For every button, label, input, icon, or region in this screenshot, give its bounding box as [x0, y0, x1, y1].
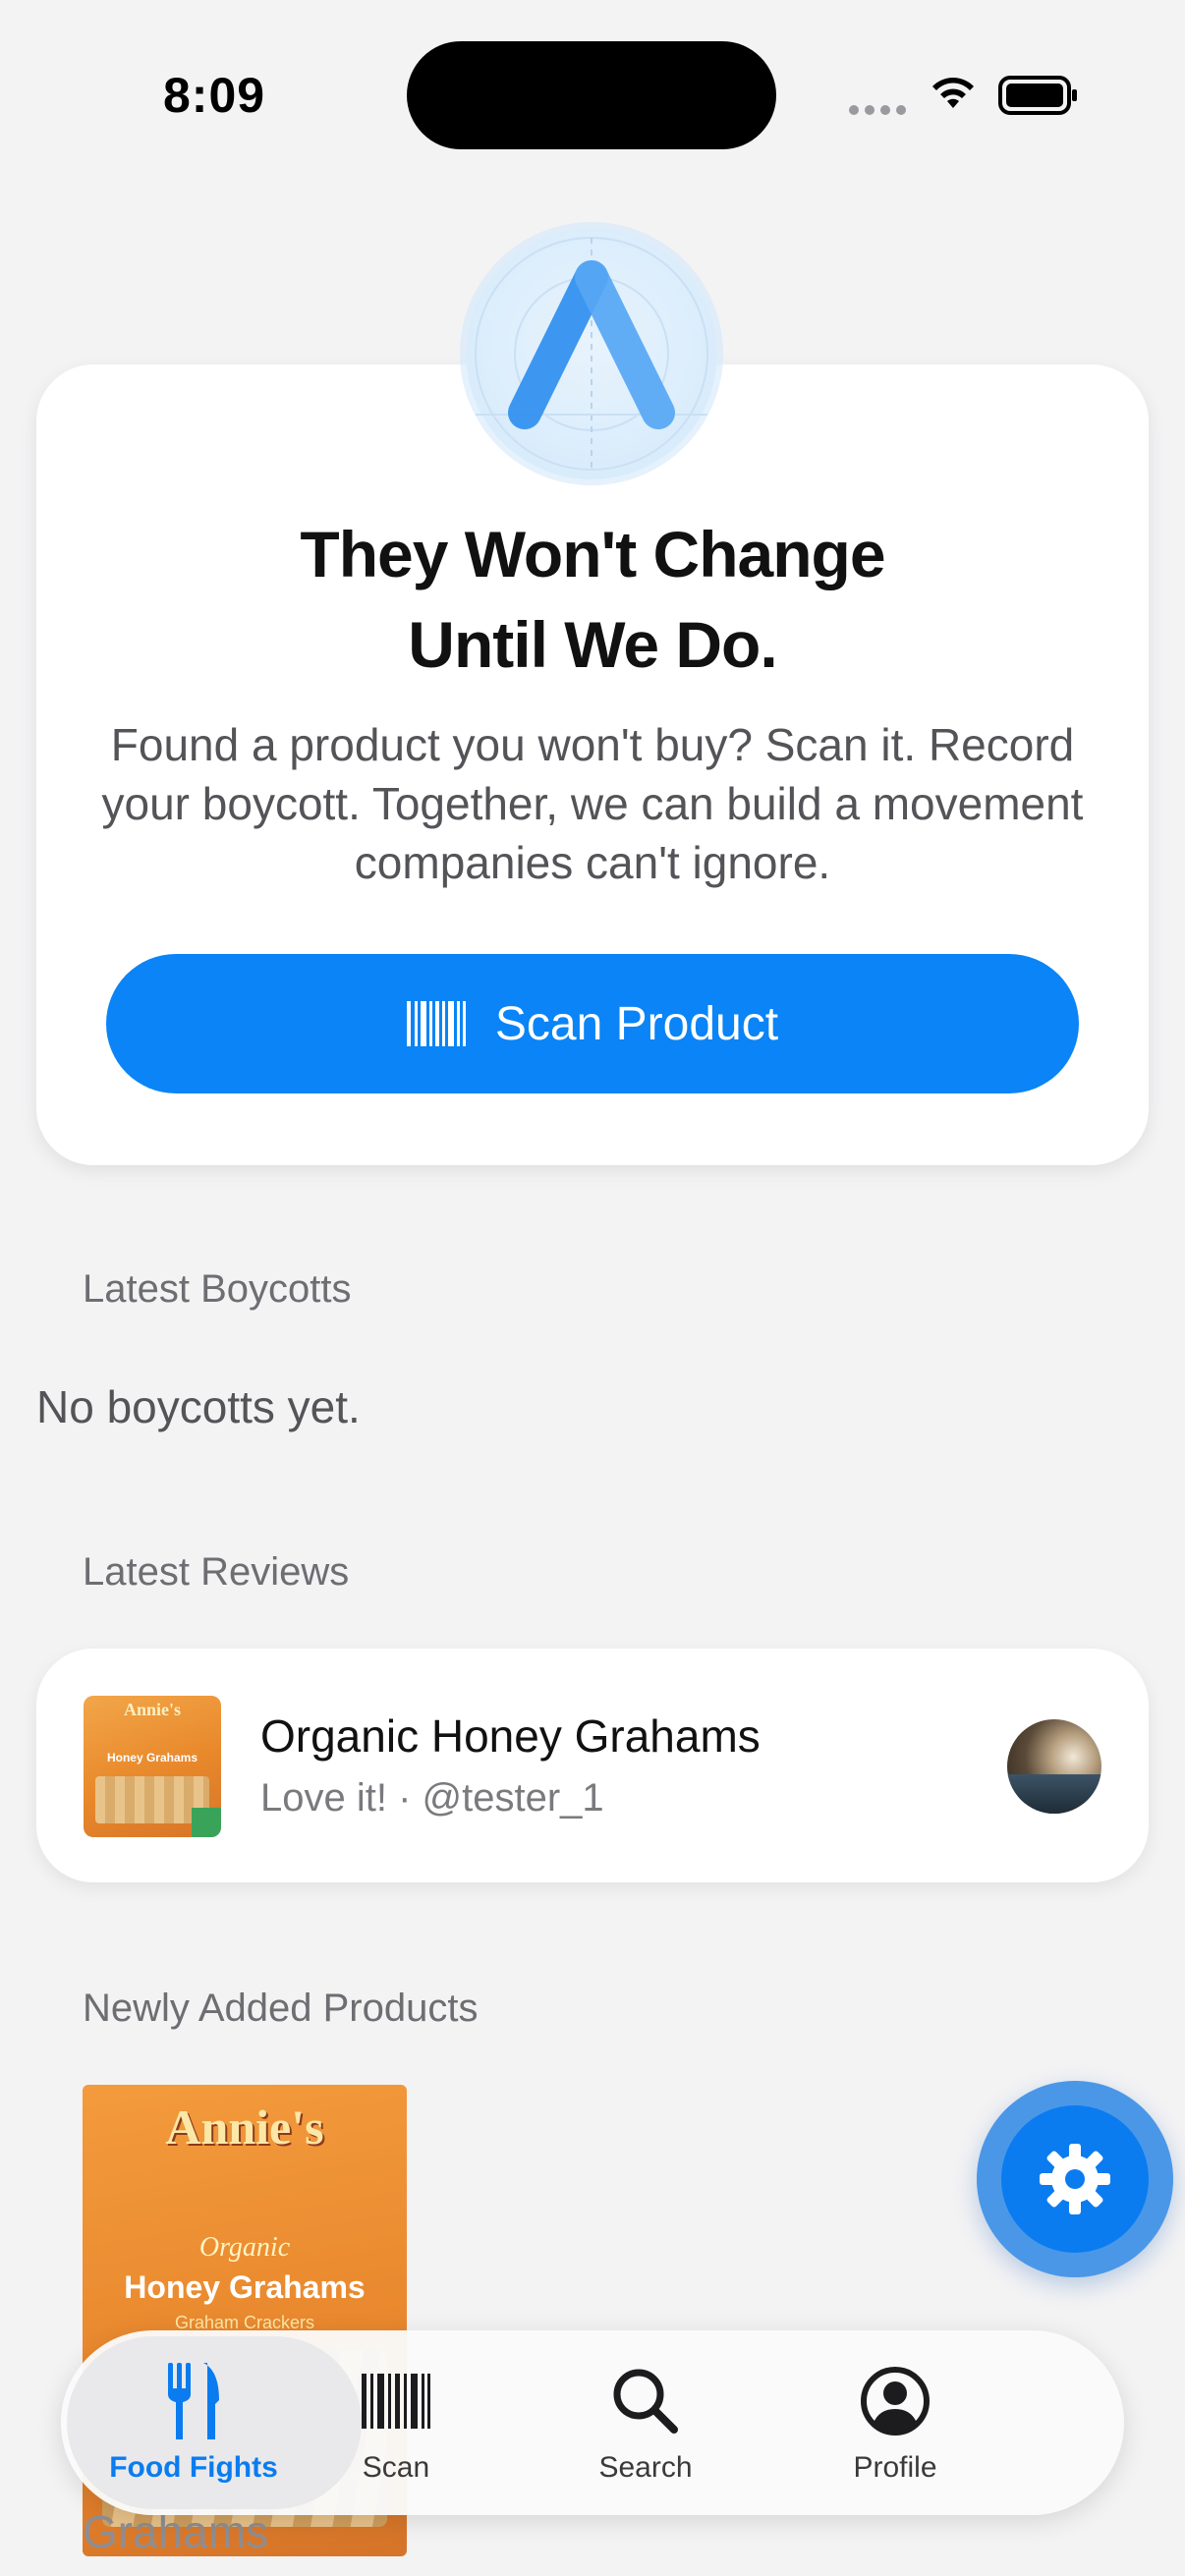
review-product-thumbnail: Annie's Honey Grahams — [84, 1696, 221, 1837]
hero-description: Found a product you won't buy? Scan it. … — [101, 719, 1084, 888]
boycotts-empty-text: No boycotts yet. — [36, 1381, 361, 1432]
fork-knife-icon — [168, 2363, 219, 2439]
tab-bar: Food Fights Scan Search Profile — [61, 2330, 1124, 2515]
settings-button[interactable] — [977, 2081, 1173, 2277]
review-card[interactable]: Annie's Honey Grahams Organic Honey Grah… — [36, 1649, 1149, 1882]
hero-title: They Won't Change Until We Do. — [300, 518, 885, 681]
tab-label-profile: Profile — [853, 2451, 937, 2484]
tab-label-search: Search — [598, 2451, 693, 2484]
cellular-signal-icon — [849, 105, 906, 115]
status-time: 8:09 — [163, 68, 266, 123]
review-subtitle: Love it! · @tester_1 — [260, 1776, 604, 1820]
battery-icon — [998, 76, 1077, 115]
review-product-name: Organic Honey Grahams — [260, 1710, 761, 1762]
app-logo — [466, 228, 717, 479]
scan-product-button[interactable]: Scan Product — [106, 954, 1079, 1093]
wifi-icon — [932, 78, 974, 108]
reviewer-avatar[interactable] — [1007, 1719, 1101, 1814]
gear-icon — [1040, 2144, 1110, 2214]
barcode-icon — [406, 1001, 466, 1046]
barcode-icon — [362, 2374, 430, 2429]
tab-label-food-fights: Food Fights — [109, 2451, 278, 2484]
person-circle-icon — [861, 2367, 930, 2436]
tab-scan[interactable]: Scan — [263, 2330, 529, 2515]
tab-label-scan: Scan — [362, 2451, 430, 2484]
section-label-reviews: Latest Reviews — [83, 1550, 350, 1594]
magnifier-icon — [613, 2369, 678, 2434]
section-label-boycotts: Latest Boycotts — [83, 1267, 352, 1311]
tab-search[interactable]: Search — [513, 2330, 778, 2515]
tab-profile[interactable]: Profile — [762, 2330, 1028, 2515]
dynamic-island — [407, 41, 776, 149]
section-label-products: Newly Added Products — [83, 1987, 479, 2030]
scan-product-label: Scan Product — [494, 997, 779, 1050]
